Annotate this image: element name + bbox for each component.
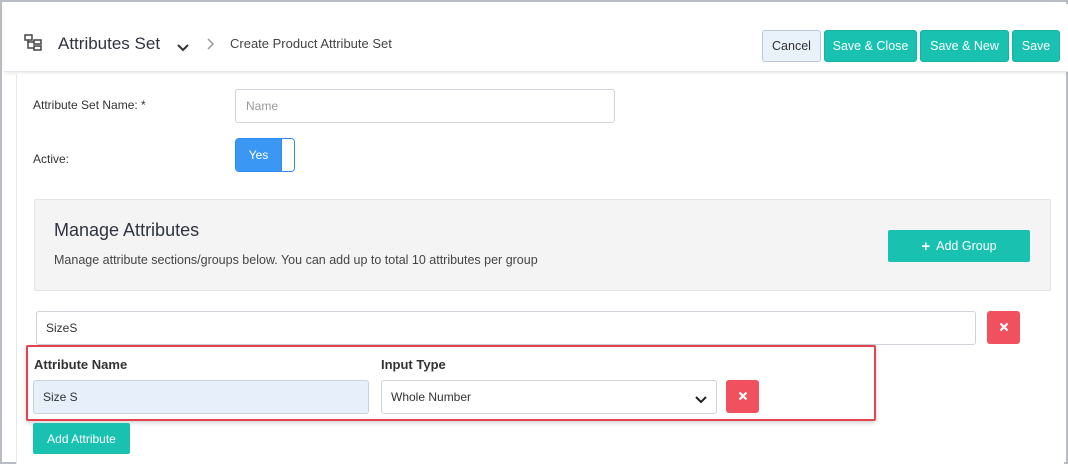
content-area: Attribute Set Name: * Name Active: Yes M…	[16, 74, 1064, 464]
page-header: Attributes Set Create Product Attribute …	[4, 4, 1068, 72]
input-type-value: Whole Number	[391, 390, 472, 404]
input-type-select[interactable]: Whole Number	[381, 380, 717, 414]
delete-group-button[interactable]	[987, 311, 1020, 344]
close-icon	[738, 389, 748, 404]
manage-attributes-description: Manage attribute sections/groups below. …	[54, 253, 538, 267]
save-button[interactable]: Save	[1012, 30, 1060, 62]
attribute-name-input[interactable]: Size S	[33, 380, 369, 414]
add-group-label: Add Group	[936, 239, 997, 253]
group-name-input[interactable]: SizeS	[36, 311, 976, 345]
chevron-right-icon	[207, 38, 215, 50]
add-group-button[interactable]: + Add Group	[888, 230, 1030, 262]
plus-icon: +	[921, 237, 931, 255]
manage-attributes-title: Manage Attributes	[54, 220, 200, 240]
active-label: Active:	[33, 152, 70, 166]
input-type-header: Input Type	[381, 357, 446, 372]
active-toggle[interactable]: Yes	[235, 138, 295, 172]
attribute-name-header: Attribute Name	[34, 357, 128, 372]
save-and-close-button[interactable]: Save & Close	[824, 30, 917, 62]
toggle-knob[interactable]	[281, 139, 294, 171]
add-attribute-button[interactable]: Add Attribute	[33, 423, 130, 454]
page-title: Attributes Set	[58, 34, 161, 53]
breadcrumb: Create Product Attribute Set	[230, 36, 392, 51]
manage-attributes-panel: Manage Attributes Manage attribute secti…	[34, 199, 1051, 291]
chevron-down-icon	[695, 393, 707, 404]
close-icon	[999, 320, 1009, 335]
attribute-set-name-label: Attribute Set Name: *	[33, 98, 146, 112]
hierarchy-icon[interactable]	[24, 34, 42, 52]
app-window: Attributes Set Create Product Attribute …	[0, 0, 1068, 464]
attribute-set-name-input[interactable]: Name	[235, 89, 615, 123]
cancel-button[interactable]: Cancel	[762, 30, 821, 62]
save-and-new-button[interactable]: Save & New	[920, 30, 1009, 62]
attribute-row-highlight: Attribute Name Input Type Size S Whole N…	[26, 345, 876, 421]
chevron-down-icon[interactable]	[177, 40, 189, 52]
delete-attribute-button[interactable]	[726, 380, 759, 413]
toggle-on-label: Yes	[236, 139, 281, 171]
